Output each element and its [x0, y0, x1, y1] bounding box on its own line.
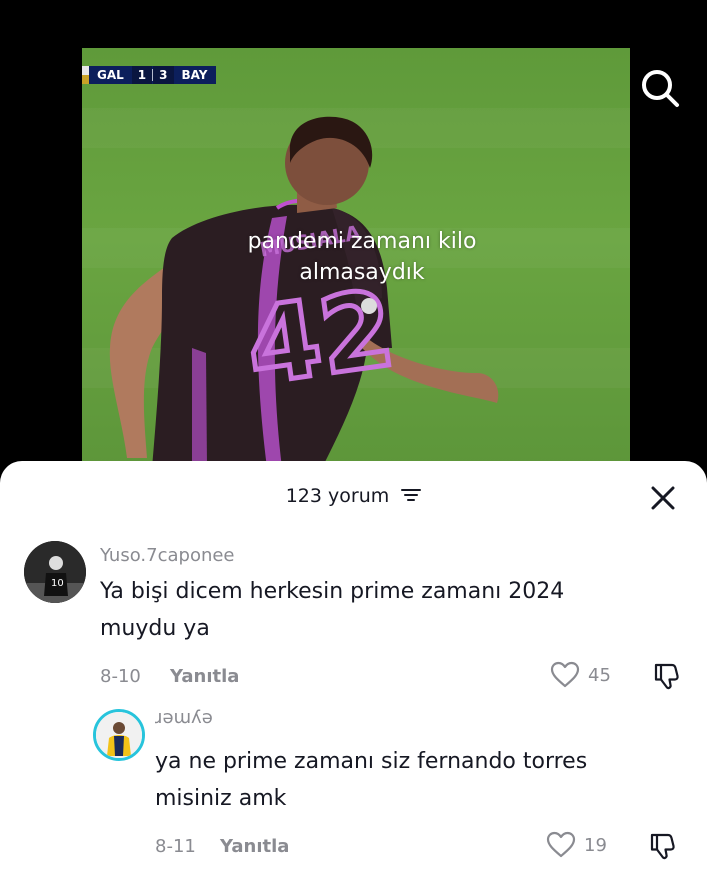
- comment-text: Ya bişi dicem herkesin prime zamanı 2024…: [100, 573, 564, 647]
- comment-count: 123 yorum: [285, 485, 390, 507]
- comments-title: 123 yorum: [0, 485, 707, 508]
- video-caption: pandemi zamanı kilo almasaydık: [247, 229, 477, 285]
- avatar[interactable]: [93, 709, 145, 761]
- comment-text-line: muydu ya: [100, 616, 210, 641]
- thumbs-down-icon: [654, 663, 679, 690]
- close-icon: [651, 486, 675, 510]
- comment-date: 8-10: [100, 666, 141, 687]
- svg-text:10: 10: [51, 578, 64, 589]
- video-player[interactable]: GAL 1 3 BAY 42 MUSIALA pandemi zamanı ki…: [82, 48, 630, 468]
- heart-icon: [550, 661, 580, 688]
- comments-sheet: 123 yorum 10 Yuso.7caponee Ya bişi dicem…: [0, 461, 707, 869]
- comment-username[interactable]: ɹəɯʎə: [155, 707, 213, 728]
- thumbs-down-icon: [650, 833, 675, 860]
- heart-icon: [546, 831, 576, 858]
- comment-text-line: Ya bişi dicem herkesin prime zamanı 2024: [100, 579, 565, 604]
- close-button[interactable]: [648, 483, 678, 513]
- dislike-button[interactable]: [652, 661, 682, 696]
- comment-text: ya ne prime zamanı siz fernando torres m…: [155, 743, 587, 817]
- like-count: 19: [584, 834, 607, 856]
- comment-username[interactable]: Yuso.7caponee: [100, 545, 235, 566]
- avatar[interactable]: 10: [24, 541, 86, 603]
- search-button[interactable]: [638, 66, 682, 110]
- dislike-button[interactable]: [648, 831, 678, 866]
- comment-text-line: misiniz amk: [155, 786, 287, 811]
- jersey-number: 42: [240, 267, 402, 408]
- comment-date: 8-11: [155, 836, 196, 857]
- comment-text-line: ya ne prime zamanı siz fernando torres: [155, 749, 588, 774]
- reply-button[interactable]: Yanıtla: [170, 666, 239, 687]
- reply-button[interactable]: Yanıtla: [220, 836, 289, 857]
- like-button[interactable]: 45: [550, 661, 611, 689]
- like-count: 45: [588, 664, 611, 686]
- search-icon: [642, 70, 679, 107]
- filter-icon[interactable]: [401, 486, 422, 508]
- like-button[interactable]: 19: [546, 831, 607, 859]
- comments-header: 123 yorum: [0, 483, 707, 511]
